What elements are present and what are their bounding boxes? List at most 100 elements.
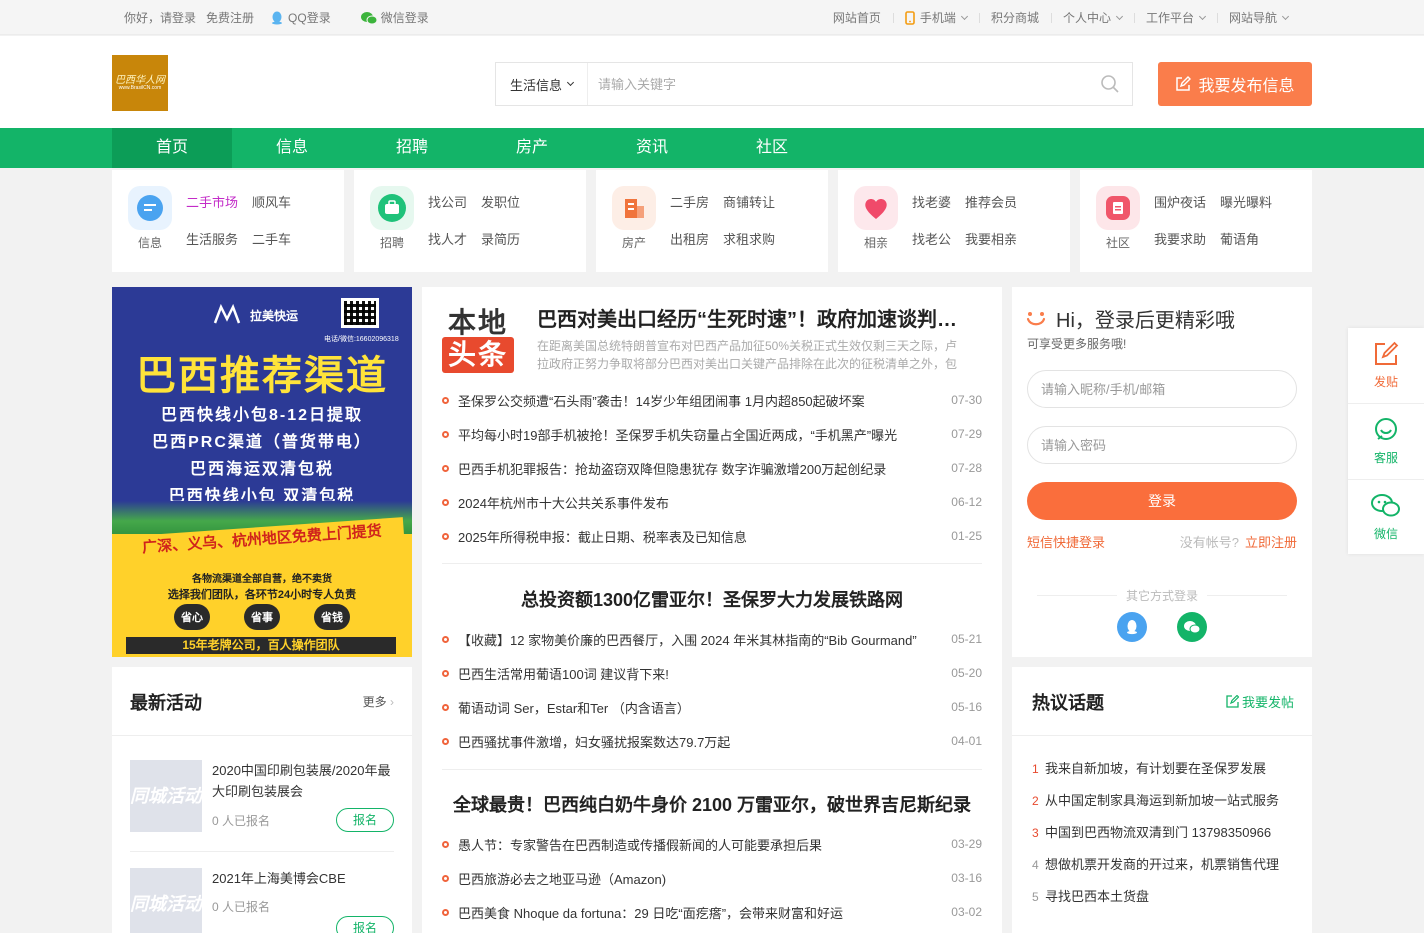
top-link-mobile[interactable]: 手机端: [892, 9, 979, 26]
category-link[interactable]: 葡语角: [1220, 229, 1272, 248]
news-row[interactable]: 圣保罗公交频遭“石头雨”袭击！14岁少年组团闹事 1月内超850起破坏案 07-3…: [442, 390, 982, 410]
topic-item[interactable]: 3 中国到巴西物流双清到门 13798350966: [1032, 822, 1294, 841]
category-link[interactable]: 曝光曝料: [1220, 192, 1272, 211]
topic-title[interactable]: 寻找巴西本土货盘: [1045, 889, 1149, 904]
category-housing-icon-wrap[interactable]: [612, 186, 656, 230]
category-link[interactable]: 商铺转让: [723, 192, 775, 211]
news-title[interactable]: 巴西骚扰事件激增，妇女骚扰报案数达79.7万起: [458, 732, 951, 751]
nav-item-home[interactable]: 首页: [112, 128, 232, 168]
news-row[interactable]: 巴西骚扰事件激增，妇女骚扰报案数达79.7万起 04-01: [442, 731, 982, 751]
nav-item-info[interactable]: 信息: [232, 128, 352, 168]
news-title[interactable]: 【收藏】12 家物美价廉的巴西餐厅，入围 2024 年米其林指南的“Bib Go…: [458, 630, 951, 649]
news-row[interactable]: 愚人节：专家警告在巴西制造或传播假新闻的人可能要承担后果 03-29: [442, 834, 982, 854]
category-link[interactable]: 二手车: [252, 229, 291, 248]
activity-title[interactable]: 2020中国印刷包装展/2020年最大印刷包装展会: [212, 760, 394, 802]
category-link[interactable]: 我要求助: [1154, 229, 1206, 248]
ad-banner[interactable]: 拉美快运 电话/微信:16602096318 巴西推荐渠道 巴西快线小包8-12…: [112, 287, 412, 657]
top-link-points[interactable]: 积分商城: [978, 9, 1051, 26]
topic-item[interactable]: 4 想做机票开发商的开过来，机票销售代理: [1032, 854, 1294, 873]
lead-headline[interactable]: 巴西对美出口经历“生死时速”！政府加速谈判…: [537, 303, 967, 332]
news-row[interactable]: 2024年杭州市十大公共关系事件发布 06-12: [442, 492, 982, 512]
site-logo[interactable]: 巴西华人网 www.BrasilCN.com: [112, 55, 168, 111]
news-row[interactable]: 巴西手机犯罪报告：抢劫盗窃双降但隐患犹存 数字诈骗激增200万起创纪录 07-28: [442, 458, 982, 478]
top-link-home[interactable]: 网站首页: [821, 9, 893, 26]
nav-item-housing[interactable]: 房产: [472, 128, 592, 168]
side-wechat-button[interactable]: 微信: [1348, 480, 1424, 555]
nav-item-jobs[interactable]: 招聘: [352, 128, 472, 168]
signup-button[interactable]: 报名: [336, 808, 394, 832]
news-row[interactable]: 巴西美食 Nhoque da fortuna：29 日吃“面疙瘩”，会带来财富和…: [442, 902, 982, 922]
category-link[interactable]: 找老婆: [912, 192, 951, 211]
category-link[interactable]: 求租求购: [723, 229, 775, 248]
topic-title[interactable]: 中国到巴西物流双清到门 13798350966: [1045, 825, 1271, 840]
news-title[interactable]: 2024年杭州市十大公共关系事件发布: [458, 493, 951, 512]
login-button[interactable]: 登录: [1027, 482, 1297, 520]
register-link[interactable]: 立即注册: [1245, 535, 1297, 550]
category-link[interactable]: 找老公: [912, 229, 951, 248]
new-post-link[interactable]: 我要发帖: [1226, 692, 1294, 711]
topic-item[interactable]: 5 寻找巴西本土货盘: [1032, 886, 1294, 905]
topic-item[interactable]: 1 我来自新加坡，有计划要在圣保罗发展: [1032, 758, 1294, 777]
activity-thumbnail[interactable]: 同城活动: [130, 760, 202, 832]
wechat-login-button[interactable]: [1177, 612, 1207, 642]
activity-title[interactable]: 2021年上海美博会CBE: [212, 868, 394, 889]
category-link[interactable]: 推荐会员: [965, 192, 1017, 211]
category-link[interactable]: 出租房: [670, 229, 709, 248]
news-row[interactable]: 葡语动词 Ser，Estar和Ter （内含语言） 05-16: [442, 697, 982, 717]
topic-item[interactable]: 2 从中国定制家具海运到新加坡一站式服务: [1032, 790, 1294, 809]
category-link[interactable]: 录简历: [481, 229, 520, 248]
topic-title[interactable]: 想做机票开发商的开过来，机票销售代理: [1045, 857, 1279, 872]
category-link[interactable]: 找公司: [428, 192, 467, 211]
category-link[interactable]: 顺风车: [252, 192, 291, 211]
category-dating-icon-wrap[interactable]: [854, 186, 898, 230]
news-row[interactable]: 【收藏】12 家物美价廉的巴西餐厅，入围 2024 年米其林指南的“Bib Go…: [442, 629, 982, 649]
news-row[interactable]: 平均每小时19部手机被抢！圣保罗手机失窃量占全国近两成，“手机黑产”曝光 07-2…: [442, 424, 982, 444]
sms-login-link[interactable]: 短信快捷登录: [1027, 532, 1105, 551]
register-link[interactable]: 免费注册: [206, 9, 254, 26]
wechat-login-link[interactable]: 微信登录: [360, 9, 439, 26]
login-link[interactable]: 请登录: [160, 9, 196, 26]
news-title[interactable]: 圣保罗公交频遭“石头雨”袭击！14岁少年组团闹事 1月内超850起破坏案: [458, 391, 951, 410]
search-button[interactable]: [1088, 63, 1132, 105]
activities-more-link[interactable]: 更多 ›: [363, 693, 394, 710]
nav-item-community[interactable]: 社区: [712, 128, 832, 168]
category-link[interactable]: 围炉夜话: [1154, 192, 1206, 211]
topic-title[interactable]: 我来自新加坡，有计划要在圣保罗发展: [1045, 761, 1266, 776]
news-title[interactable]: 平均每小时19部手机被抢！圣保罗手机失窃量占全国近两成，“手机黑产”曝光: [458, 425, 951, 444]
news-title[interactable]: 愚人节：专家警告在巴西制造或传播假新闻的人可能要承担后果: [458, 835, 951, 854]
sub-headline[interactable]: 总投资额1300亿雷亚尔！圣保罗大力发展铁路网: [442, 586, 982, 612]
category-link[interactable]: 我要相亲: [965, 229, 1017, 248]
activity-item[interactable]: 同城活动 2020中国印刷包装展/2020年最大印刷包装展会 0 人已报名 报名: [130, 760, 394, 860]
category-link[interactable]: 二手市场: [186, 192, 238, 211]
news-title[interactable]: 巴西生活常用葡语100词 建议背下来!: [458, 664, 951, 683]
category-link[interactable]: 找人才: [428, 229, 467, 248]
top-link-site-nav[interactable]: 网站导航: [1216, 9, 1300, 26]
activity-thumbnail[interactable]: 同城活动: [130, 868, 202, 933]
news-title[interactable]: 2025年所得税申报：截止日期、税率表及已知信息: [458, 527, 951, 546]
news-row[interactable]: 巴西旅游必去之地亚马逊（Amazon) 03-16: [442, 868, 982, 888]
category-community-icon-wrap[interactable]: [1096, 186, 1140, 230]
signup-button[interactable]: 报名: [336, 916, 394, 933]
news-title[interactable]: 葡语动词 Ser，Estar和Ter （内含语言）: [458, 698, 951, 717]
top-link-user-center[interactable]: 个人中心: [1050, 9, 1134, 26]
news-row[interactable]: 2025年所得税申报：截止日期、税率表及已知信息 01-25: [442, 526, 982, 546]
news-title[interactable]: 巴西旅游必去之地亚马逊（Amazon): [458, 869, 951, 888]
username-field[interactable]: [1027, 370, 1297, 408]
top-link-workspace[interactable]: 工作平台: [1133, 9, 1217, 26]
news-title[interactable]: 巴西手机犯罪报告：抢劫盗窃双降但隐患犹存 数字诈骗激增200万起创纪录: [458, 459, 951, 478]
search-input[interactable]: [588, 63, 1088, 105]
nav-item-news[interactable]: 资讯: [592, 128, 712, 168]
news-title[interactable]: 巴西美食 Nhoque da fortuna：29 日吃“面疙瘩”，会带来财富和…: [458, 903, 951, 922]
category-link[interactable]: 二手房: [670, 192, 709, 211]
qq-login-link[interactable]: QQ登录: [270, 9, 341, 26]
sub-headline[interactable]: 全球最贵！巴西纯白奶牛身价 2100 万雷亚尔，破世界吉尼斯纪录: [442, 791, 982, 817]
search-category-select[interactable]: 生活信息: [496, 63, 588, 105]
password-field[interactable]: [1027, 426, 1297, 464]
qq-login-button[interactable]: [1117, 612, 1147, 642]
publish-button[interactable]: 我要发布信息: [1158, 62, 1312, 106]
news-row[interactable]: 巴西生活常用葡语100词 建议背下来! 05-20: [442, 663, 982, 683]
category-link[interactable]: 生活服务: [186, 229, 238, 248]
topic-title[interactable]: 从中国定制家具海运到新加坡一站式服务: [1045, 793, 1279, 808]
activity-item[interactable]: 同城活动 2021年上海美博会CBE 0 人已报名 报名: [130, 868, 394, 933]
category-info-icon-wrap[interactable]: [128, 186, 172, 230]
